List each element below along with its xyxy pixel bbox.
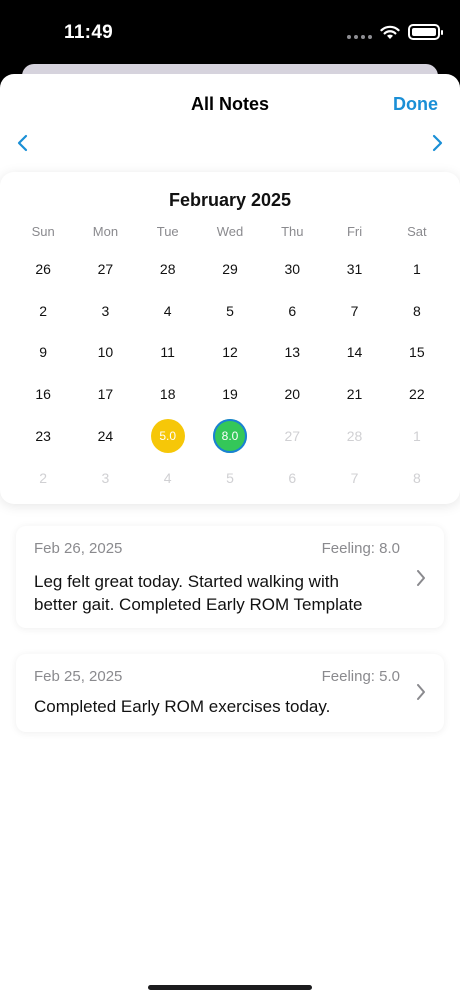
calendar-day: 3 [101,469,110,486]
weekday-label: Fri [346,224,363,239]
calendar-day[interactable]: 26 [12,248,74,290]
calendar-day-with-note[interactable]: 5.0 [137,415,199,457]
cellular-signal-icon [347,25,372,39]
month-title: February 2025 [168,190,292,210]
feeling-badge: 5.0 [150,419,185,454]
chevron-right-icon [417,684,425,700]
weekday-label: Wed [216,224,244,239]
note-feeling: Feeling: 5.0 [321,668,400,685]
calendar-day: 7 [350,469,359,486]
calendar-day: 4 [163,469,172,486]
note-feeling: Feeling: 8.0 [321,540,400,557]
calendar-day[interactable]: 19 [199,373,261,415]
calendar: February 2025 Sun Mon Tue Wed Thu Fri Sat 26 27… [0,172,460,504]
calendar-day[interactable]: 15 [386,332,448,374]
page-title: All Notes [190,94,269,114]
calendar-day: 28 [346,428,363,445]
calendar-day[interactable]: 10 [74,332,136,374]
calendar-days: 26 27 28 29 30 31 1 2 3 4 5 6 7 8 9 10 11 12 13 14 15 16 17 18 1… [12,248,448,499]
calendar-day[interactable]: 21 [323,373,385,415]
weekday-label: Tue [156,224,179,239]
calendar-day: 1 [412,428,421,445]
status-time: 11:49 [64,22,114,43]
home-indicator [148,985,312,990]
note-card[interactable]: Feb 26, 2025 Feeling: 8.0 Leg felt great… [16,526,444,628]
weekday-header: Sun Mon Tue Wed Thu Fri Sat [12,224,448,239]
calendar-day[interactable]: 28 [137,248,199,290]
calendar-day[interactable]: 3 [74,290,136,332]
calendar-day[interactable]: 31 [323,248,385,290]
calendar-day[interactable]: 7 [323,290,385,332]
weekday-label: Thu [281,224,304,239]
weekday-label: Sun [31,224,55,239]
chevron-right-icon[interactable] [430,134,444,152]
calendar-day[interactable]: 13 [261,332,323,374]
calendar-day[interactable]: 27 [74,248,136,290]
calendar-day[interactable]: 24 [74,415,136,457]
calendar-day[interactable]: 1 [386,248,448,290]
feeling-badge: 8.0 [212,419,247,454]
calendar-day[interactable]: 5 [199,290,261,332]
note-text: Completed Early ROM exercises today. [34,697,331,716]
calendar-day[interactable]: 22 [386,373,448,415]
note-text-line: Leg felt great today. Started walking wi… [34,572,339,591]
weekday-label: Mon [92,224,119,239]
status-icons [347,24,443,40]
calendar-day[interactable]: 12 [199,332,261,374]
chevron-left-icon[interactable] [16,134,30,152]
calendar-day[interactable]: 18 [137,373,199,415]
note-text: Leg felt great today. Started walking wi… [34,570,394,616]
status-bar: 11:49 [0,0,460,70]
calendar-day[interactable]: 29 [199,248,261,290]
calendar-day: 5 [226,469,234,486]
calendar-day[interactable]: 8 [386,290,448,332]
note-date: Feb 25, 2025 [34,668,123,685]
note-card[interactable]: Feb 25, 2025 Feeling: 5.0 Completed Earl… [16,654,444,732]
calendar-day-with-note[interactable]: 8.0 [199,415,261,457]
calendar-day[interactable]: 16 [12,373,74,415]
note-text-line: better gait. Completed Early ROM Templat… [34,595,363,614]
calendar-day[interactable]: 20 [261,373,323,415]
calendar-day: 27 [284,428,301,445]
note-date: Feb 26, 2025 [34,540,123,557]
calendar-day: 6 [288,469,297,486]
all-notes-sheet: All Notes Done February 2025 Sun Mon Tue We… [0,74,460,999]
battery-icon [408,24,443,40]
calendar-day: 8 [412,469,421,486]
calendar-day[interactable]: 2 [12,290,74,332]
chevron-right-icon [417,570,425,586]
done-button[interactable]: Done [393,94,438,115]
calendar-day[interactable]: 4 [137,290,199,332]
calendar-day: 2 [39,469,48,486]
calendar-day[interactable]: 14 [323,332,385,374]
calendar-day[interactable]: 30 [261,248,323,290]
calendar-day[interactable]: 23 [12,415,74,457]
calendar-day[interactable]: 9 [12,332,74,374]
calendar-day[interactable]: 6 [261,290,323,332]
wifi-icon [380,25,400,39]
calendar-day[interactable]: 17 [74,373,136,415]
calendar-day[interactable]: 11 [137,332,199,374]
weekday-label: Sat [407,224,427,239]
